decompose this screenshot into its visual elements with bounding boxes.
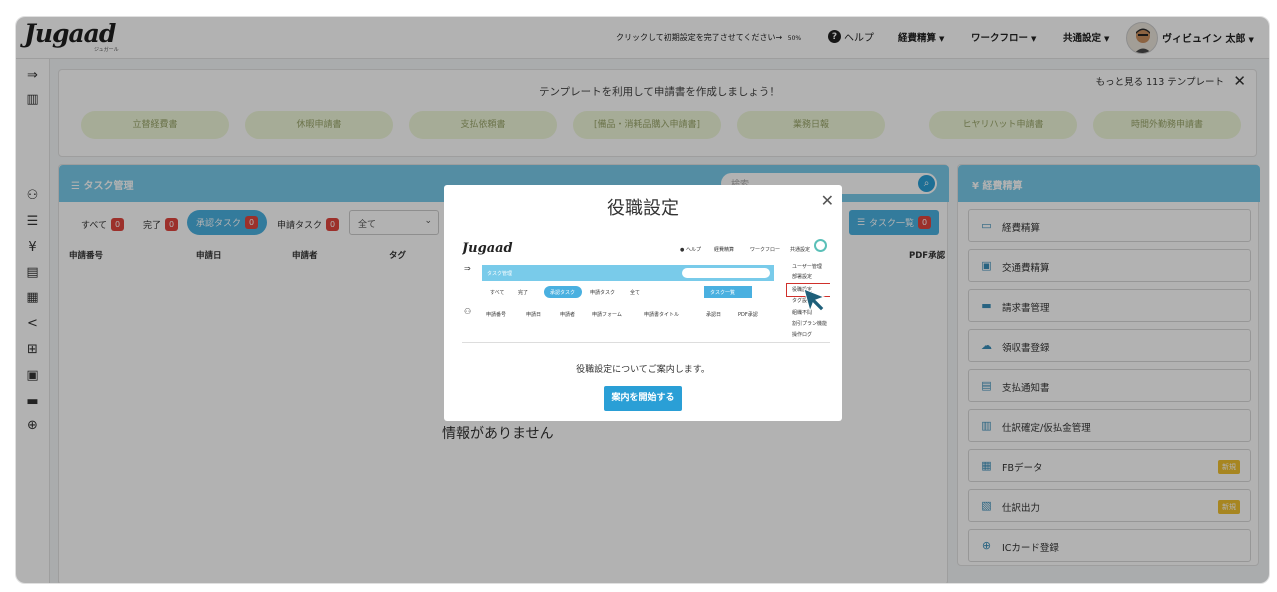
preview-task-list-button: タスク一覧 [704,286,752,298]
preview-column: 申請者 [560,312,576,318]
preview-sidebar-icon: ⚇ [464,307,472,316]
guide-preview-image: Jugaad ● ヘルプ 経費精算 ワークフロー 共通設定 ⇒ ⚇ タスク管理 … [462,237,830,343]
preview-column: 申請日 [526,312,542,318]
preview-menu-item: 割引プラン機能 [792,321,828,327]
preview-nav-settings: 共通設定 [790,247,811,253]
preview-column: 申請フォーム [592,312,622,318]
preview-menu-item: ユーザー管理 [792,264,822,270]
preview-column: 申請書タイトル [644,312,680,318]
position-settings-modal: 役職設定 ✕ Jugaad ● ヘルプ 経費精算 ワークフロー 共通設定 ⇒ ⚇… [444,185,842,421]
modal-description: 役職設定についてご案内します。 [576,365,710,375]
app-window: Jugaad ジュガール クリックして初期設定を完了させてください→ 50% ?… [15,16,1270,584]
preview-task-title: タスク管理 [487,271,513,277]
preview-sidebar-icon: ⇒ [464,264,471,273]
preview-nav-expense: 経費精算 [714,247,735,253]
preview-filter: 申請タスク [590,290,616,296]
preview-column: 申請番号 [486,312,507,318]
preview-menu-item: 操作ログ [792,332,813,338]
preview-search [682,268,770,278]
preview-avatar-icon [814,239,827,252]
modal-title: 役職設定 [607,198,679,219]
close-icon[interactable]: ✕ [821,191,834,210]
preview-logo: Jugaad [462,241,513,256]
preview-select: 全て [630,290,641,296]
preview-filter: 完了 [518,290,529,296]
preview-task-header: タスク管理 [482,265,774,281]
preview-column: PDF承認 [738,312,758,318]
preview-menu-item: 部署設定 [792,274,813,280]
preview-help: ● ヘルプ [680,247,701,253]
preview-column: 承認日 [706,312,722,318]
preview-nav-workflow: ワークフロー [750,247,781,253]
preview-filter: すべて [490,290,505,296]
pointer-arrow-icon [803,288,826,313]
preview-filter-pill: 承認タスク [544,286,582,298]
start-guide-button[interactable]: 案内を開始する [604,386,682,411]
